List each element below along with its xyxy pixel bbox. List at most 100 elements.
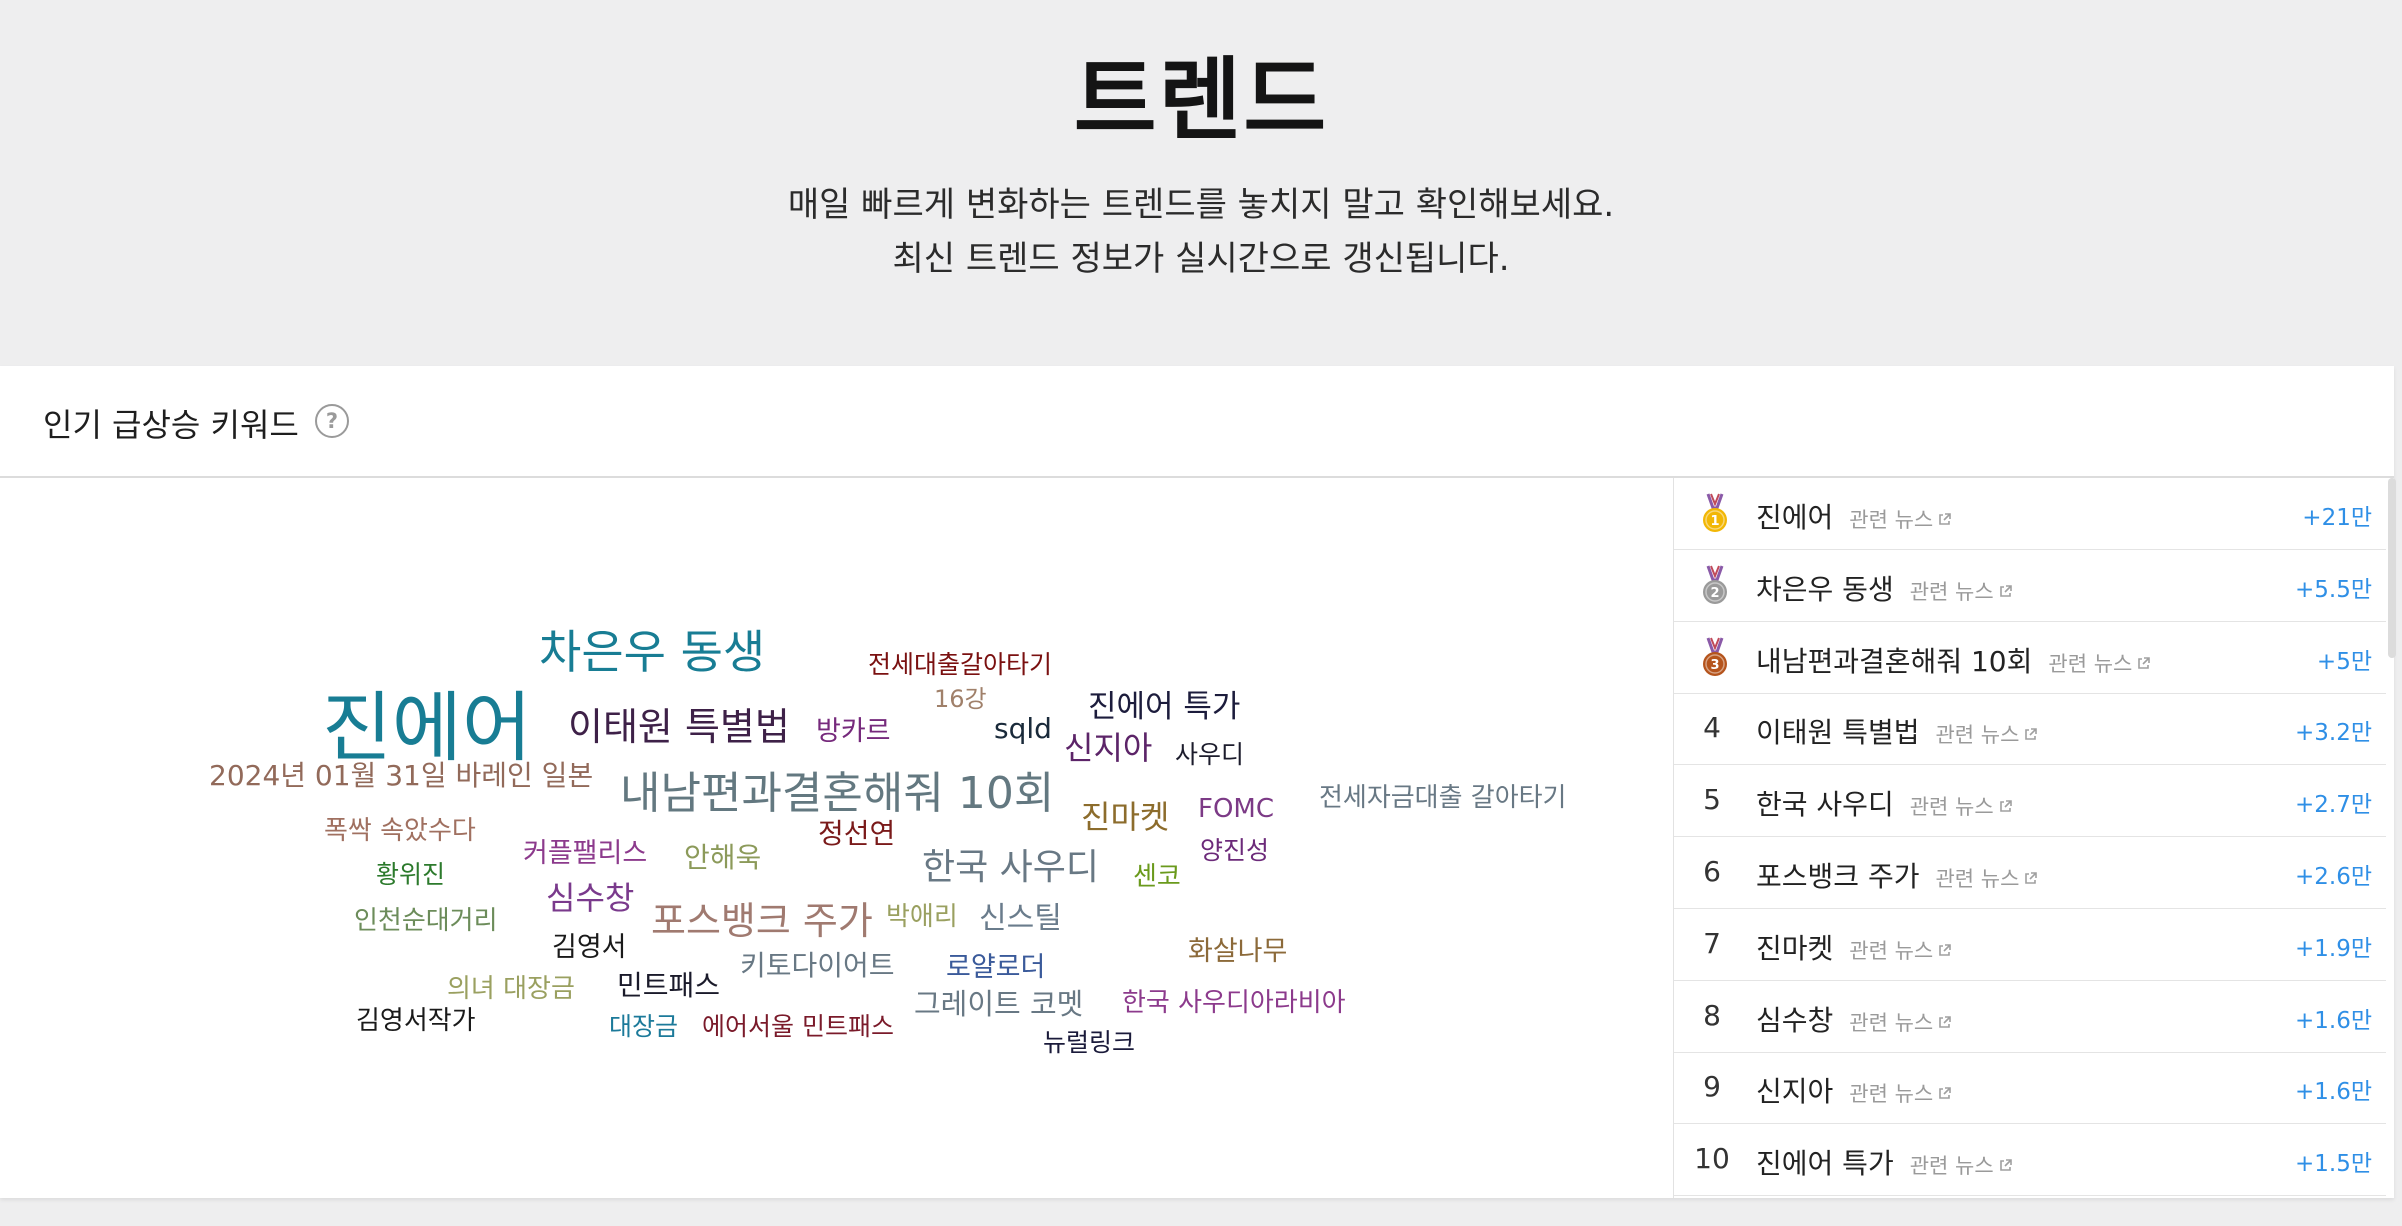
related-news-label[interactable]: 관련 뉴스 <box>1910 580 1994 604</box>
related-news-label[interactable]: 관련 뉴스 <box>1849 1011 1933 1035</box>
cloud-word[interactable]: 신스틸 <box>979 904 1062 934</box>
external-link-icon[interactable] <box>1937 943 1952 958</box>
cloud-word[interactable]: 한국 사우디아라비아 <box>1122 990 1346 1016</box>
ranking-row[interactable]: 9 신지아 관련 뉴스 +1.6만 <box>1674 1052 2386 1125</box>
related-news-link[interactable]: 관련 뉴스 <box>1910 795 2013 819</box>
related-news-link[interactable]: 관련 뉴스 <box>1935 723 2038 747</box>
keyword-text[interactable]: 진마켓 <box>1756 932 1833 965</box>
cloud-word[interactable]: 심수창 <box>546 882 634 914</box>
cloud-word[interactable]: 커플팰리스 <box>523 840 647 867</box>
external-link-icon[interactable] <box>2136 656 2151 671</box>
cloud-word[interactable]: 양진성 <box>1200 838 1269 863</box>
cloud-word[interactable]: sqld <box>994 715 1052 743</box>
external-link-icon[interactable] <box>1937 512 1952 527</box>
ranking-keyword[interactable]: 진에어 관련 뉴스 <box>1756 496 1952 536</box>
keyword-text[interactable]: 이태원 특별법 <box>1756 716 1919 749</box>
related-news-label[interactable]: 관련 뉴스 <box>1910 1154 1994 1178</box>
cloud-word[interactable]: 신지아 <box>1064 732 1152 764</box>
ranking-row[interactable]: 3 내남편과결혼해줘 10회 관련 뉴스 +5만 <box>1674 622 2386 694</box>
related-news-label[interactable]: 관련 뉴스 <box>1910 795 1994 819</box>
cloud-word[interactable]: 김영서작가 <box>356 1008 476 1034</box>
cloud-word[interactable]: 폭싹 속았수다 <box>324 818 476 844</box>
keyword-text[interactable]: 진에어 특가 <box>1756 1147 1894 1180</box>
external-link-icon[interactable] <box>1937 1086 1952 1101</box>
ranking-keyword[interactable]: 한국 사우디 관련 뉴스 <box>1756 783 2013 823</box>
cloud-word[interactable]: 센코 <box>1133 864 1181 890</box>
keyword-text[interactable]: 신지아 <box>1756 1075 1833 1108</box>
cloud-word[interactable]: 전세대출갈아타기 <box>868 652 1052 677</box>
cloud-word[interactable]: 진마켓 <box>1081 801 1169 833</box>
ranking-row[interactable]: 4 이태원 특별법 관련 뉴스 +3.2만 <box>1674 693 2386 766</box>
related-news-label[interactable]: 관련 뉴스 <box>1849 939 1933 963</box>
cloud-word[interactable]: 16강 <box>934 687 987 711</box>
cloud-word[interactable]: 차은우 동생 <box>539 629 765 675</box>
cloud-word[interactable]: 진에어 <box>322 690 532 766</box>
cloud-word[interactable]: 포스뱅크 주가 <box>651 902 873 940</box>
related-news-link[interactable]: 관련 뉴스 <box>1849 1082 1952 1106</box>
cloud-word[interactable]: 방카르 <box>816 718 891 745</box>
ranking-row[interactable]: 8 심수창 관련 뉴스 +1.6만 <box>1674 981 2386 1053</box>
cloud-word[interactable]: 2024년 01월 31일 바레인 일본 <box>209 762 593 790</box>
ranking-scrollbar[interactable] <box>2388 478 2396 658</box>
related-news-link[interactable]: 관련 뉴스 <box>1849 939 1952 963</box>
external-link-icon[interactable] <box>2023 727 2038 742</box>
related-news-link[interactable]: 관련 뉴스 <box>1935 867 2038 891</box>
cloud-word[interactable]: 에어서울 민트패스 <box>702 1014 894 1039</box>
ranking-keyword[interactable]: 심수창 관련 뉴스 <box>1756 999 1952 1039</box>
related-news-link[interactable]: 관련 뉴스 <box>2048 652 2151 676</box>
ranking-row[interactable]: 1 진에어 관련 뉴스 +21만 <box>1674 478 2386 550</box>
related-news-link[interactable]: 관련 뉴스 <box>1910 580 2013 604</box>
cloud-word[interactable]: 박애리 <box>886 904 958 930</box>
cloud-word[interactable]: 뉴럴링크 <box>1043 1030 1135 1055</box>
keyword-text[interactable]: 포스뱅크 주가 <box>1756 860 1919 893</box>
help-icon[interactable]: ? <box>315 404 349 438</box>
related-news-label[interactable]: 관련 뉴스 <box>1849 508 1933 532</box>
ranking-row[interactable]: 6 포스뱅크 주가 관련 뉴스 +2.6만 <box>1674 837 2386 909</box>
cloud-word[interactable]: 안해욱 <box>684 844 761 872</box>
external-link-icon[interactable] <box>2023 871 2038 886</box>
external-link-icon[interactable] <box>1937 1015 1952 1030</box>
keyword-text[interactable]: 내남편과결혼해줘 10회 <box>1756 645 2032 678</box>
ranking-row[interactable]: 7 진마켓 관련 뉴스 +1.9만 <box>1674 909 2386 981</box>
cloud-word[interactable]: 사우디 <box>1175 742 1244 767</box>
cloud-word[interactable]: 정선연 <box>818 820 895 848</box>
keyword-text[interactable]: 한국 사우디 <box>1756 788 1894 821</box>
cloud-word[interactable]: 그레이트 코멧 <box>914 990 1083 1019</box>
cloud-word[interactable]: FOMC <box>1198 796 1274 822</box>
cloud-word[interactable]: 한국 사우디 <box>922 850 1099 886</box>
related-news-label[interactable]: 관련 뉴스 <box>2048 652 2132 676</box>
related-news-link[interactable]: 관련 뉴스 <box>1849 1011 1952 1035</box>
cloud-word[interactable]: 황위진 <box>376 862 445 887</box>
ranking-keyword[interactable]: 진에어 특가 관련 뉴스 <box>1756 1142 2013 1182</box>
ranking-row[interactable]: 10 진에어 특가 관련 뉴스 +1.5만 <box>1674 1124 2386 1197</box>
cloud-word[interactable]: 인천순대거리 <box>354 908 498 934</box>
cloud-word[interactable]: 진에어 특가 <box>1088 692 1240 723</box>
related-news-link[interactable]: 관련 뉴스 <box>1849 508 1952 532</box>
cloud-word[interactable]: 대장금 <box>609 1014 678 1039</box>
related-news-label[interactable]: 관련 뉴스 <box>1935 723 2019 747</box>
external-link-icon[interactable] <box>1998 799 2013 814</box>
cloud-word[interactable]: 로얄로더 <box>946 954 1045 981</box>
cloud-word[interactable]: 키토다이어트 <box>740 952 895 980</box>
cloud-word[interactable]: 이태원 특별법 <box>568 708 790 746</box>
ranking-keyword[interactable]: 차은우 동생 관련 뉴스 <box>1756 568 2013 608</box>
ranking-keyword[interactable]: 포스뱅크 주가 관련 뉴스 <box>1756 855 2038 895</box>
cloud-word[interactable]: 전세자금대출 갈아타기 <box>1319 785 1566 811</box>
external-link-icon[interactable] <box>1998 584 2013 599</box>
cloud-word[interactable]: 김영서 <box>552 934 627 961</box>
related-news-label[interactable]: 관련 뉴스 <box>1849 1082 1933 1106</box>
ranking-keyword[interactable]: 이태원 특별법 관련 뉴스 <box>1756 711 2038 751</box>
external-link-icon[interactable] <box>1998 1158 2013 1173</box>
related-news-label[interactable]: 관련 뉴스 <box>1935 867 2019 891</box>
related-news-link[interactable]: 관련 뉴스 <box>1910 1154 2013 1178</box>
ranking-row[interactable]: 2 차은우 동생 관련 뉴스 +5.5만 <box>1674 550 2386 622</box>
keyword-text[interactable]: 차은우 동생 <box>1756 573 1894 606</box>
cloud-word[interactable]: 화살나무 <box>1188 938 1287 965</box>
ranking-row[interactable]: 5 한국 사우디 관련 뉴스 +2.7만 <box>1674 765 2386 838</box>
keyword-text[interactable]: 진에어 <box>1756 501 1833 534</box>
ranking-keyword[interactable]: 신지아 관련 뉴스 <box>1756 1070 1952 1110</box>
keyword-text[interactable]: 심수창 <box>1756 1004 1833 1037</box>
ranking-keyword[interactable]: 진마켓 관련 뉴스 <box>1756 927 1952 967</box>
cloud-word[interactable]: 의녀 대장금 <box>447 976 575 1002</box>
cloud-word[interactable]: 민트패스 <box>617 972 720 1000</box>
